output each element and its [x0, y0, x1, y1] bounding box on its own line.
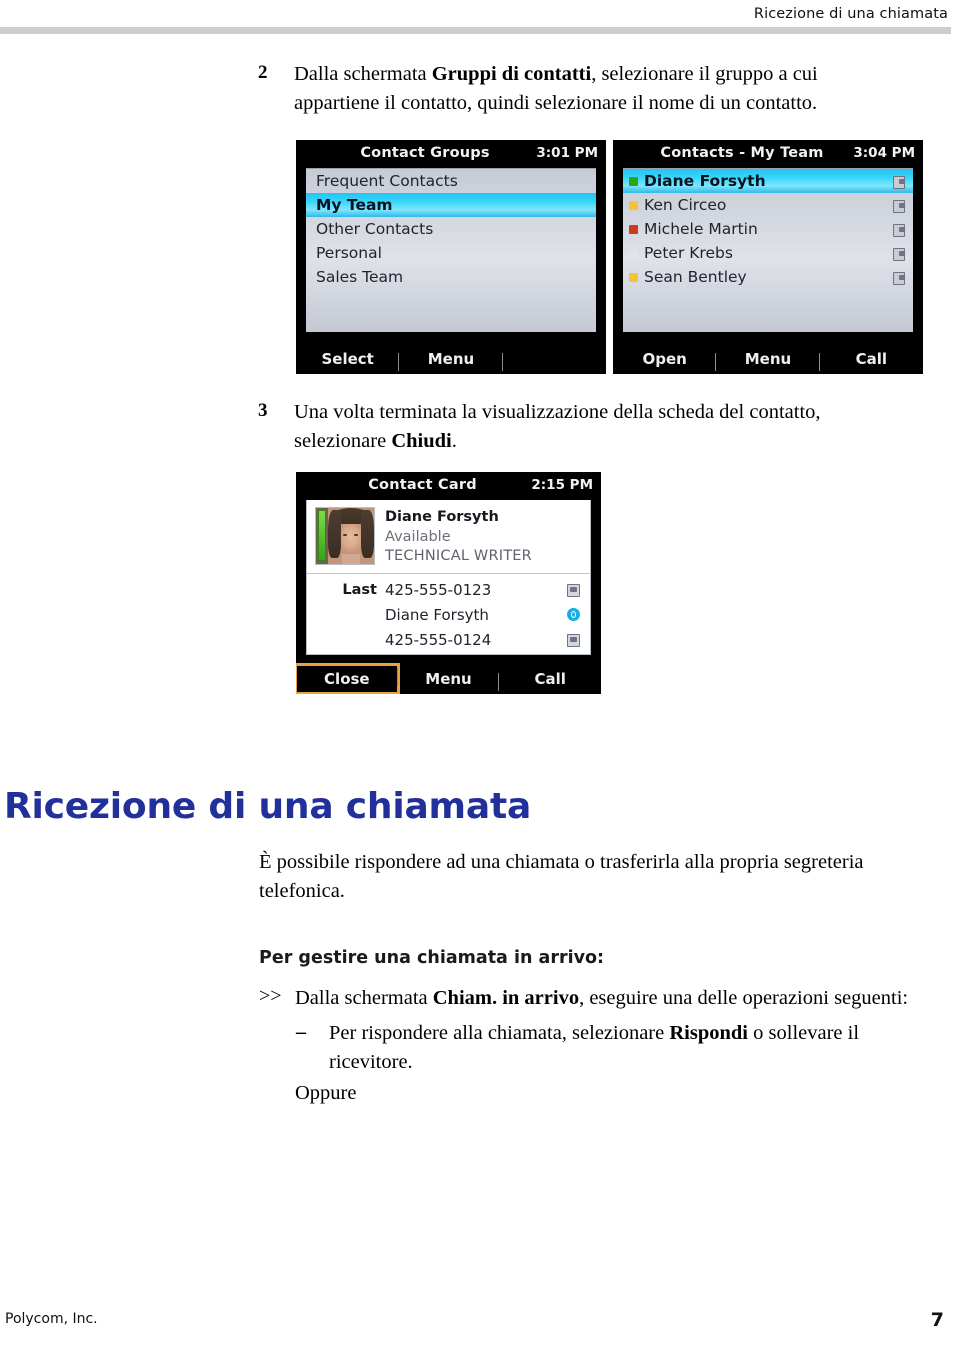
- softkey-open[interactable]: Open: [613, 350, 717, 371]
- figure-contacts-my-team: Contacts - My Team 3:04 PM Diane Forsyth…: [613, 140, 923, 374]
- contact-card-row-value: Diane Forsyth: [385, 605, 489, 624]
- softkey-menu[interactable]: Menu: [716, 350, 820, 371]
- contact-list-item[interactable]: Peter Krebs: [623, 241, 913, 265]
- figure-contact-groups: Contact Groups 3:01 PM Frequent Contacts…: [296, 140, 606, 374]
- contact-card-titlebar: Contact Card 2:15 PM: [296, 472, 601, 500]
- contacts-list: Diane Forsyth Ken Circeo Michele Martin …: [623, 168, 913, 332]
- avatar-hair-icon: [328, 510, 341, 558]
- contact-groups-time: 3:01 PM: [536, 145, 598, 161]
- step-3-number: 3: [258, 400, 268, 421]
- contact-card-status: Available: [385, 528, 451, 545]
- chapter-intro-paragraph: È possibile rispondere ad una chiamata o…: [259, 851, 864, 903]
- header-rule-divider: [0, 27, 951, 34]
- contact-list-item[interactable]: Sean Bentley: [623, 265, 913, 289]
- figure-contact-card: Contact Card 2:15 PM Diane Forsyth Avail…: [296, 472, 601, 694]
- step-2-text: Dalla schermata Gruppi di contatti, sele…: [294, 63, 818, 115]
- contact-card-icon[interactable]: [893, 175, 906, 189]
- softkey-menu[interactable]: Menu: [399, 350, 503, 371]
- contact-card-icon[interactable]: [893, 223, 906, 237]
- softkey-select[interactable]: Select: [296, 350, 400, 371]
- contact-list-item[interactable]: Michele Martin: [623, 217, 913, 241]
- contact-name: Michele Martin: [644, 220, 758, 238]
- contact-card-row[interactable]: Diane Forsyth: [307, 602, 590, 627]
- group-list-item[interactable]: Personal: [306, 241, 596, 265]
- contact-card-icon[interactable]: [893, 199, 906, 213]
- contact-card-icon[interactable]: [567, 583, 582, 597]
- presence-indicator-icon: [629, 200, 638, 210]
- avatar: [315, 507, 375, 565]
- softkey-call[interactable]: Call: [820, 350, 923, 368]
- contact-card-name: Diane Forsyth: [385, 509, 499, 525]
- contact-card-row-label: Last: [342, 581, 377, 598]
- avatar-photo: [328, 508, 374, 564]
- contacts-time: 3:04 PM: [853, 145, 915, 161]
- contact-name: Peter Krebs: [644, 244, 733, 262]
- bullet-text: Dalla schermata Chiam. in arrivo, esegui…: [295, 987, 909, 1009]
- group-list-item[interactable]: Sales Team: [306, 265, 596, 289]
- contact-card-time: 2:15 PM: [531, 477, 593, 493]
- presence-indicator-icon: [629, 248, 638, 258]
- presence-indicator-icon: [629, 272, 638, 282]
- footer-page-number: 7: [930, 1309, 944, 1331]
- step-3-text: Una volta terminata la visualizzazione d…: [294, 401, 821, 453]
- contact-card-icon[interactable]: [567, 633, 582, 647]
- contact-card-row[interactable]: 425-555-0124: [307, 627, 590, 652]
- avatar-neck: [342, 554, 360, 564]
- contact-card-header: Diane Forsyth Available TECHNICAL WRITER: [307, 500, 590, 575]
- page-title: Ricezione di una chiamata: [4, 786, 532, 827]
- softkey-close[interactable]: Close: [296, 663, 400, 694]
- footer-company: Polycom, Inc.: [5, 1311, 98, 1327]
- contact-card-row-value: 425-555-0124: [385, 630, 492, 649]
- contact-groups-titlebar: Contact Groups 3:01 PM: [296, 140, 606, 168]
- oppure-text: Oppure: [295, 1082, 357, 1104]
- contact-card-icon[interactable]: [893, 247, 906, 261]
- contact-card-row[interactable]: Last 425-555-0123: [307, 577, 590, 602]
- contact-name: Diane Forsyth: [644, 172, 766, 190]
- group-list-item[interactable]: Frequent Contacts: [306, 169, 596, 193]
- section-subheading: Per gestire una chiamata in arrivo:: [259, 948, 605, 968]
- contact-card-details: Last 425-555-0123 Diane Forsyth 425-555-…: [307, 574, 590, 653]
- presence-bar-icon: [318, 510, 326, 561]
- contact-list-item-selected[interactable]: Diane Forsyth: [623, 169, 913, 193]
- contact-groups-list: Frequent Contacts My Team Other Contacts…: [306, 168, 596, 332]
- softkey-menu[interactable]: Menu: [398, 670, 500, 691]
- contact-card-job-title: TECHNICAL WRITER: [385, 548, 532, 565]
- dash-marker: –: [296, 1021, 306, 1043]
- group-list-item[interactable]: Other Contacts: [306, 217, 596, 241]
- running-header: Ricezione di una chiamata: [753, 6, 948, 22]
- presence-indicator-icon: [629, 176, 638, 186]
- bullet-marker: >>: [259, 985, 282, 1007]
- contact-name: Ken Circeo: [644, 196, 727, 214]
- contact-card-panel: Diane Forsyth Available TECHNICAL WRITER…: [306, 500, 591, 655]
- avatar-eye-icon: [343, 534, 347, 536]
- softkey-call[interactable]: Call: [499, 670, 601, 688]
- contact-groups-softkeys: Select Menu: [296, 344, 606, 374]
- group-list-item-selected[interactable]: My Team: [306, 193, 596, 217]
- instant-message-icon[interactable]: [567, 607, 582, 622]
- contact-list-item[interactable]: Ken Circeo: [623, 193, 913, 217]
- contact-name: Sean Bentley: [644, 268, 747, 286]
- avatar-hair-icon: [361, 510, 374, 558]
- avatar-eye-icon: [354, 534, 358, 536]
- contact-card-identity: Diane Forsyth Available TECHNICAL WRITER: [375, 507, 532, 567]
- contacts-softkeys: Open Menu Call: [613, 344, 923, 374]
- contact-card-softkeys: Close Menu Call: [296, 663, 601, 694]
- contacts-titlebar: Contacts - My Team 3:04 PM: [613, 140, 923, 168]
- contact-card-row-value: 425-555-0123: [385, 580, 492, 599]
- contact-card-icon[interactable]: [893, 271, 906, 285]
- dash-text: Per rispondere alla chiamata, selezionar…: [329, 1022, 860, 1074]
- step-2-number: 2: [258, 62, 268, 83]
- presence-indicator-icon: [629, 224, 638, 234]
